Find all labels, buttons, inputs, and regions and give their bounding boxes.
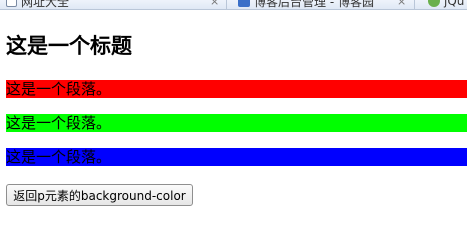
get-background-color-button[interactable]: 返回p元素的background-color bbox=[6, 184, 193, 206]
page-title: 这是一个标题 bbox=[6, 33, 132, 58]
paragraph-green: 这是一个段落。 bbox=[6, 114, 467, 132]
tab-blog-admin-label: 博客后台管理 - 博客园 bbox=[254, 0, 374, 9]
site-icon bbox=[238, 0, 250, 7]
site-icon bbox=[428, 0, 440, 7]
tab-home-label: 网址大全 bbox=[21, 0, 70, 9]
tab-home[interactable]: 网址大全 bbox=[6, 0, 70, 9]
tab-divider bbox=[226, 0, 227, 9]
tab-jquery-label: jQu bbox=[444, 0, 465, 8]
browser-tab-bar: 网址大全 × 博客后台管理 - 博客园 × jQu bbox=[0, 0, 467, 10]
home-icon bbox=[6, 0, 17, 7]
tab-blog-admin[interactable]: 博客后台管理 - 博客园 bbox=[238, 0, 374, 9]
close-icon[interactable]: × bbox=[397, 0, 406, 8]
tab-divider bbox=[414, 0, 415, 9]
close-icon[interactable]: × bbox=[210, 0, 219, 8]
paragraph-red: 这是一个段落。 bbox=[6, 80, 467, 98]
paragraph-blue: 这是一个段落。 bbox=[6, 148, 467, 166]
tab-jquery[interactable]: jQu bbox=[428, 0, 464, 8]
